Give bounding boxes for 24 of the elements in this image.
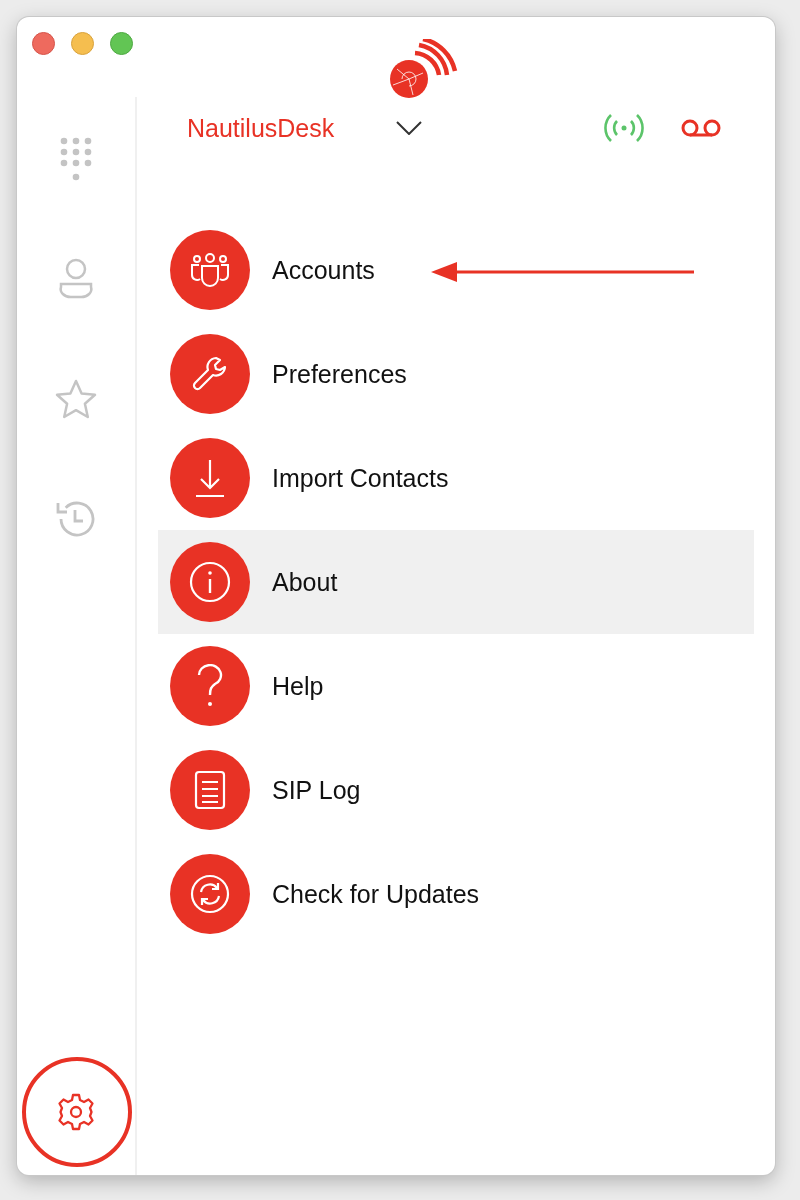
connection-status-icon	[603, 113, 645, 143]
person-icon[interactable]	[58, 258, 94, 300]
star-icon[interactable]	[55, 379, 97, 419]
download-icon	[195, 458, 225, 498]
dialpad-icon[interactable]	[59, 137, 93, 181]
menu-item[interactable]: Accounts	[158, 218, 754, 322]
menu-item[interactable]: Import Contacts	[158, 426, 754, 530]
people-icon	[189, 253, 231, 287]
chevron-down-icon[interactable]	[396, 121, 423, 135]
menu-item[interactable]: Help	[158, 634, 754, 738]
minimize-button[interactable]	[71, 32, 94, 55]
menu-item[interactable]: About	[158, 530, 754, 634]
menu-item[interactable]: Preferences	[158, 322, 754, 426]
maximize-button[interactable]	[110, 32, 133, 55]
close-button[interactable]	[32, 32, 55, 55]
menu-item[interactable]: SIP Log	[158, 738, 754, 842]
account-name[interactable]: NautilusDesk	[187, 113, 335, 143]
voicemail-icon[interactable]	[681, 118, 721, 138]
settings-icon[interactable]	[56, 1092, 96, 1132]
question-icon	[196, 664, 224, 708]
refresh-icon	[190, 874, 230, 914]
menu-item[interactable]: Check for Updates	[158, 842, 754, 946]
info-icon	[189, 561, 231, 603]
document-icon	[194, 770, 226, 810]
